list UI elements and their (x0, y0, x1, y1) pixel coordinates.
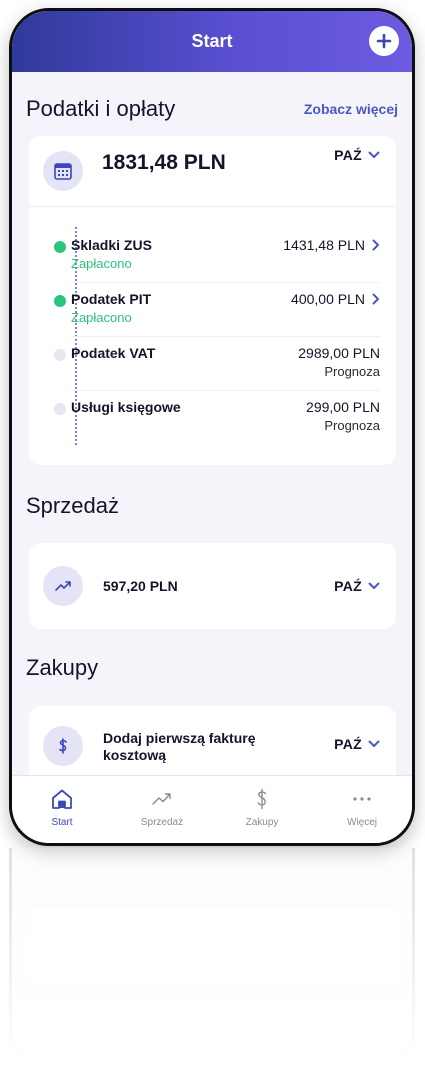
tab-label: Więcej (346, 817, 377, 828)
chevron-down-icon (368, 740, 380, 747)
tax-item-name: Usługi księgowe (71, 399, 181, 415)
purchases-card[interactable]: Dodaj pierwszą fakturę kosztową PAŹ (29, 706, 396, 775)
tax-item-pit[interactable]: Podatek PIT Zapłacono 400,00 PLN (54, 283, 380, 337)
purchases-summary[interactable]: Dodaj pierwszą fakturę kosztową PAŹ (29, 706, 396, 775)
status-dot (54, 403, 66, 415)
taxes-month-select[interactable]: PAŹ (334, 120, 380, 190)
chevron-down-icon (368, 151, 380, 158)
phone-reflection (9, 848, 415, 1070)
tax-item-amount: 400,00 PLN (291, 291, 365, 307)
page-title: Start (191, 31, 233, 51)
tab-sales[interactable]: Sprzedaż (112, 776, 212, 843)
reflection-tabbar (12, 999, 412, 1067)
dollar-icon (257, 788, 267, 810)
tax-item-name: Podatek PIT (71, 291, 152, 307)
plus-icon (376, 33, 392, 49)
chevron-right-icon (372, 239, 379, 251)
tax-item-status: Zapłacono (71, 310, 132, 325)
sales-card[interactable]: 597,20 PLN PAŹ (29, 543, 396, 629)
tax-item-amount: 2989,00 PLN (298, 345, 380, 361)
tab-label: Sprzedaż (140, 817, 184, 828)
taxes-timeline: Skladki ZUS Zapłacono 1431,48 PLN Podate… (29, 207, 396, 465)
status-dot (54, 241, 66, 253)
tax-item-status: Zapłacono (71, 256, 132, 271)
calendar-icon (43, 151, 83, 191)
month-label: PAŹ (334, 736, 362, 752)
add-button[interactable] (369, 26, 399, 56)
bottom-tab-bar: Start Sprzedaż Zakupy Więcej (12, 775, 412, 843)
tax-item-amount: 299,00 PLN (306, 399, 380, 415)
month-label: PAŹ (334, 578, 362, 594)
main-content: Podatki i opłaty Zobacz więcej 1831,48 P… (12, 72, 412, 775)
tab-label: Start (51, 817, 73, 828)
tax-item-zus[interactable]: Skladki ZUS Zapłacono 1431,48 PLN (54, 229, 380, 283)
taxes-total: 1831,48 PLN (102, 151, 226, 174)
tab-purchases[interactable]: Zakupy (212, 776, 312, 843)
tab-more[interactable]: Więcej (312, 776, 412, 843)
status-dot (54, 295, 66, 307)
trend-up-icon (152, 793, 171, 805)
reflection-card (28, 907, 398, 987)
sales-amount: 597,20 PLN (103, 578, 178, 594)
month-label: PAŹ (334, 147, 362, 163)
tax-item-status: Prognoza (324, 418, 380, 433)
app-header: Start (12, 11, 412, 72)
home-icon (52, 789, 72, 809)
tax-item-status: Prognoza (324, 364, 380, 379)
trend-up-icon (43, 566, 83, 606)
more-icon (353, 797, 371, 801)
sales-section-header: Sprzedaż (26, 491, 398, 521)
chevron-down-icon (368, 582, 380, 589)
sales-summary[interactable]: 597,20 PLN PAŹ (29, 543, 396, 629)
dollar-icon (43, 726, 83, 766)
add-first-invoice-text: Dodaj pierwszą fakturę kosztową (103, 730, 256, 763)
chevron-right-icon (372, 293, 379, 305)
tax-item-amount: 1431,48 PLN (283, 237, 365, 253)
see-more-link[interactable]: Zobacz więcej (304, 101, 398, 117)
tax-item-accounting: Usługi księgowe 299,00 PLN Prognoza (54, 391, 380, 445)
tax-item-name: Skladki ZUS (71, 237, 152, 253)
purchases-section-header: Zakupy (26, 653, 398, 683)
taxes-section-title: Podatki i opłaty (26, 96, 176, 121)
taxes-summary[interactable]: 1831,48 PLN PAŹ (29, 136, 396, 206)
tab-start[interactable]: Start (12, 776, 112, 843)
status-dot (54, 349, 66, 361)
taxes-card: 1831,48 PLN PAŹ Skladki ZUS Zapłacono 14… (29, 136, 396, 465)
sales-section-title: Sprzedaż (26, 493, 119, 518)
sales-month-select[interactable]: PAŹ (334, 543, 380, 629)
tax-item-name: Podatek VAT (71, 345, 156, 361)
tab-label: Zakupy (245, 817, 279, 828)
purchases-month-select[interactable]: PAŹ (334, 736, 380, 752)
phone-frame: Start Podatki i opłaty Zobacz więcej 183… (9, 8, 415, 846)
tax-item-vat: Podatek VAT 2989,00 PLN Prognoza (54, 337, 380, 391)
purchases-section-title: Zakupy (26, 655, 99, 680)
